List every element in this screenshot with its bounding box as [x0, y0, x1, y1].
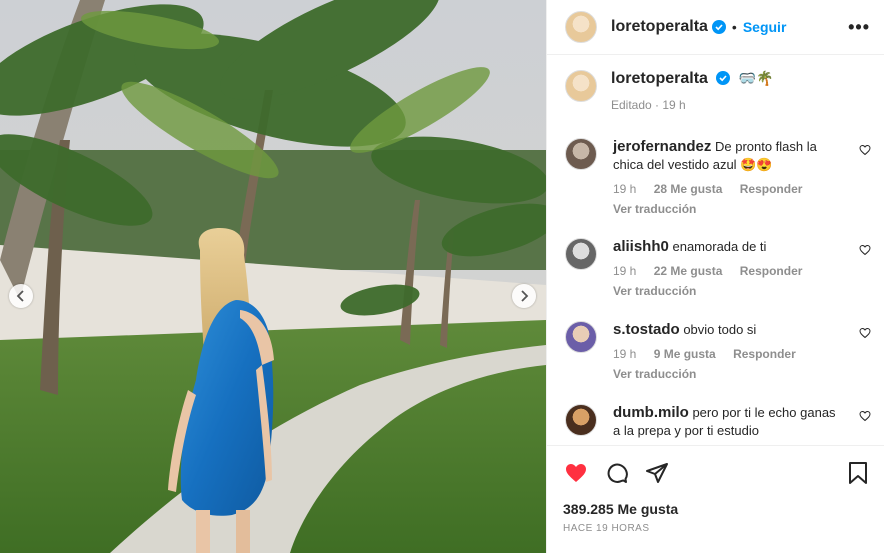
comment-time: 19 h — [613, 264, 637, 278]
caption-username[interactable]: loretoperalta — [611, 70, 708, 87]
separator-dot: • — [731, 19, 737, 35]
heart-icon[interactable] — [859, 244, 871, 256]
photo-scene — [0, 0, 546, 553]
comment-meta: 19 h 9 Me gusta Responder — [613, 345, 843, 363]
commenter-avatar[interactable] — [565, 238, 597, 270]
verified-icon — [711, 20, 726, 34]
action-bar — [563, 460, 869, 486]
post-header: loretoperalta • Seguir ••• — [547, 0, 884, 55]
comment-meta: 19 h 22 Me gusta Responder — [613, 262, 843, 280]
comment-button[interactable] — [605, 461, 629, 485]
comment-likes[interactable]: 28 Me gusta — [654, 182, 723, 196]
comment-text: obvio todo si — [683, 322, 757, 337]
post-side-panel: loretoperalta • Seguir ••• loretoperalta… — [546, 0, 884, 553]
chevron-left-icon — [16, 290, 24, 302]
commenter-username[interactable]: dumb.milo — [613, 404, 689, 421]
see-translation-link[interactable]: Ver traducción — [613, 200, 843, 218]
reply-button[interactable]: Responder — [740, 182, 803, 196]
author-username[interactable]: loretoperalta — [611, 18, 708, 36]
commenter-avatar[interactable] — [565, 321, 597, 353]
heart-icon[interactable] — [859, 410, 871, 422]
follow-button[interactable]: Seguir — [743, 19, 787, 35]
comments-list[interactable]: loretoperalta 🥽🌴 Editado · 19 h jerofern… — [547, 56, 884, 444]
reply-button[interactable]: Responder — [740, 264, 803, 278]
heart-icon — [566, 464, 586, 482]
share-button[interactable] — [645, 461, 669, 485]
comment-time: 19 h — [613, 182, 637, 196]
author-avatar[interactable] — [565, 11, 597, 43]
commenter-username[interactable]: aliishh0 — [613, 238, 669, 255]
heart-icon[interactable] — [859, 144, 871, 156]
comment-time: 19 h — [613, 347, 637, 361]
post-actions: 389.285 Me gusta HACE 19 HORAS — [547, 445, 884, 534]
heart-icon[interactable] — [859, 327, 871, 339]
comment-likes[interactable]: 22 Me gusta — [654, 264, 723, 278]
post-timestamp: HACE 19 HORAS — [563, 523, 650, 534]
share-icon — [646, 463, 668, 483]
reply-button[interactable]: Responder — [733, 347, 796, 361]
comment-meta: 19 h 28 Me gusta Responder — [613, 180, 843, 198]
save-button[interactable] — [847, 461, 869, 485]
see-translation-link[interactable]: Ver traducción — [613, 365, 843, 383]
more-options-icon[interactable]: ••• — [848, 17, 870, 38]
comment-likes[interactable]: 9 Me gusta — [654, 347, 716, 361]
caption-meta: Editado · 19 h — [611, 98, 686, 112]
verified-icon — [716, 71, 731, 85]
comment-icon — [607, 463, 628, 483]
chevron-right-icon — [521, 290, 529, 302]
previous-photo-button[interactable] — [9, 284, 33, 308]
comment-item: s.tostado obvio todo si 19 h 9 Me gusta … — [565, 321, 875, 383]
comment-item: aliishh0 enamorada de ti 19 h 22 Me gust… — [565, 238, 875, 300]
commenter-username[interactable]: s.tostado — [613, 321, 680, 338]
commenter-username[interactable]: jerofernandez — [613, 138, 711, 155]
comment-item: jerofernandez De pronto flash la chica d… — [565, 138, 875, 218]
caption-text: 🥽🌴 — [738, 70, 774, 86]
comment-text: enamorada de ti — [672, 239, 767, 254]
commenter-avatar[interactable] — [565, 404, 597, 436]
post-caption: loretoperalta 🥽🌴 Editado · 19 h — [547, 56, 884, 112]
like-button[interactable] — [563, 461, 589, 485]
bookmark-icon — [849, 462, 867, 484]
next-photo-button[interactable] — [512, 284, 536, 308]
post-photo[interactable] — [0, 0, 546, 553]
see-translation-link[interactable]: Ver traducción — [613, 282, 843, 300]
comment-item: dumb.milo pero por ti le echo ganas a la… — [565, 404, 875, 440]
likes-count[interactable]: 389.285 Me gusta — [563, 501, 869, 517]
commenter-avatar[interactable] — [565, 138, 597, 170]
caption-avatar[interactable] — [565, 70, 597, 102]
